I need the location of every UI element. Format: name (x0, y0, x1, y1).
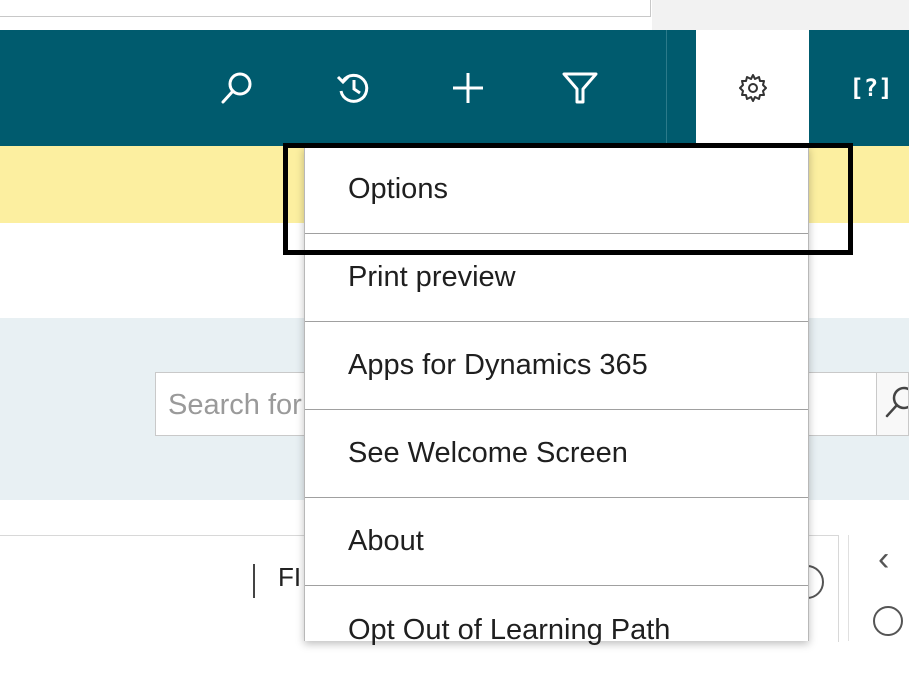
menu-item-print-preview[interactable]: Print preview (305, 234, 808, 322)
menu-item-label: Opt Out of Learning Path (348, 614, 671, 646)
recent-history-button[interactable] (321, 30, 385, 146)
side-panel-circle-icon (873, 606, 903, 636)
gear-icon (738, 74, 767, 102)
filter-button[interactable] (548, 30, 612, 146)
top-strip (0, 0, 909, 30)
menu-item-apps-for-dynamics[interactable]: Apps for Dynamics 365 (305, 322, 808, 410)
search-icon (221, 72, 252, 104)
nav-separator (666, 30, 667, 146)
settings-menu: Options Print preview Apps for Dynamics … (304, 146, 809, 646)
menu-item-options[interactable]: Options (305, 146, 808, 234)
menu-item-about[interactable]: About (305, 498, 808, 586)
column-divider (253, 564, 255, 598)
column-header[interactable]: FI (278, 562, 301, 593)
menu-item-see-welcome-screen[interactable]: See Welcome Screen (305, 410, 808, 498)
menu-item-label: See Welcome Screen (348, 437, 628, 469)
chevron-left-icon[interactable]: ‹ (878, 540, 889, 579)
filter-icon (562, 72, 598, 104)
search-icon (885, 386, 908, 418)
menu-item-label: About (348, 525, 424, 557)
navigation-bar: [?] (0, 30, 909, 146)
plus-icon (453, 73, 483, 103)
top-input-edge (0, 0, 651, 17)
menu-item-label: Print preview (348, 261, 516, 293)
help-icon: [?] (849, 74, 893, 102)
recent-history-icon (336, 73, 369, 103)
search-button[interactable] (205, 30, 269, 146)
settings-button[interactable] (696, 30, 809, 146)
help-button[interactable]: [?] (833, 30, 909, 146)
menu-item-label: Options (348, 173, 448, 205)
menu-item-label: Apps for Dynamics 365 (348, 349, 648, 381)
search-submit-button[interactable] (877, 372, 909, 436)
menu-item-opt-out-learning-path[interactable]: Opt Out of Learning Path (305, 586, 808, 674)
top-right-pane (652, 0, 909, 30)
new-button[interactable] (436, 30, 500, 146)
